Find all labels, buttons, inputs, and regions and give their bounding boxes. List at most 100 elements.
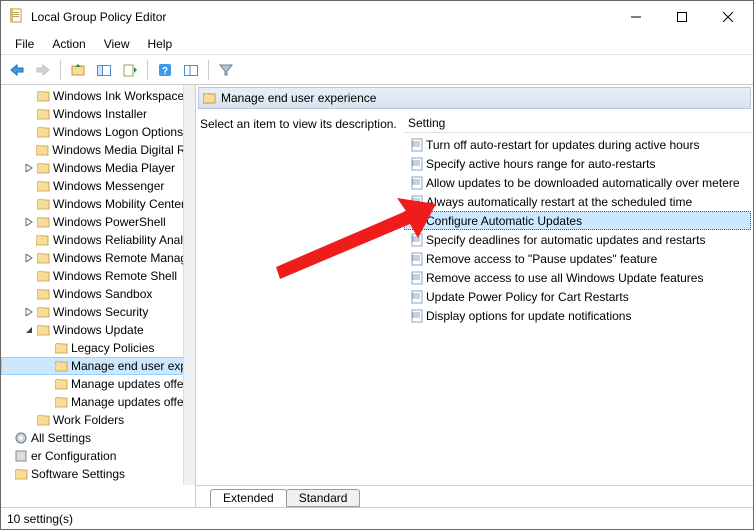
folder-icon: [35, 197, 51, 211]
tree-item[interactable]: Manage end user expe: [1, 357, 195, 375]
setting-label: Update Power Policy for Cart Restarts: [426, 290, 629, 304]
policy-icon: [408, 157, 426, 171]
tree-item-label: Windows Mobility Center: [51, 197, 185, 211]
tree-item[interactable]: Windows Update: [1, 321, 195, 339]
detail-header-title: Manage end user experience: [219, 91, 376, 105]
tree-item-label: Windows Messenger: [51, 179, 164, 193]
setting-label: Specify active hours range for auto-rest…: [426, 157, 655, 171]
tree-item[interactable]: Windows Ink Workspace: [1, 87, 195, 105]
tab-extended[interactable]: Extended: [210, 489, 287, 507]
tree-item[interactable]: Windows PowerShell: [1, 213, 195, 231]
menu-action[interactable]: Action: [44, 35, 93, 53]
tab-standard[interactable]: Standard: [286, 489, 361, 507]
column-header-setting[interactable]: Setting: [404, 113, 751, 133]
tree-item-label: Windows Security: [51, 305, 148, 319]
menu-file[interactable]: File: [7, 35, 42, 53]
setting-item[interactable]: Configure Automatic Updates: [404, 211, 751, 230]
expand-icon[interactable]: [23, 308, 35, 316]
expand-icon[interactable]: [23, 326, 35, 334]
tree-item-label: Windows Installer: [51, 107, 147, 121]
expand-icon[interactable]: [23, 164, 35, 172]
expand-icon[interactable]: [23, 254, 35, 262]
tree-item-label: Windows Reliability Analys: [51, 233, 195, 247]
setting-item[interactable]: Always automatically restart at the sche…: [404, 192, 751, 211]
tree-item-label: Manage updates offere: [69, 395, 194, 409]
tree-item-label: er Configuration: [29, 449, 116, 463]
folder-icon: [53, 359, 69, 373]
window-title: Local Group Policy Editor: [31, 10, 613, 24]
setting-item[interactable]: Update Power Policy for Cart Restarts: [404, 287, 751, 306]
folder-icon: [35, 251, 51, 265]
tree-item[interactable]: Manage updates offere: [1, 393, 195, 411]
tree-item[interactable]: Windows Media Digital Rig: [1, 141, 195, 159]
tree-item[interactable]: All Settings: [1, 429, 195, 447]
settings-list-container: Setting Turn off auto-restart for update…: [404, 113, 751, 483]
setting-item[interactable]: Turn off auto-restart for updates during…: [404, 135, 751, 154]
tree-item-label: Windows PowerShell: [51, 215, 166, 229]
minimize-button[interactable]: [613, 2, 659, 32]
tree-item[interactable]: Windows Mobility Center: [1, 195, 195, 213]
tree-item[interactable]: Windows Reliability Analys: [1, 231, 195, 249]
tree-item[interactable]: Windows Remote Manage: [1, 249, 195, 267]
forward-button[interactable]: [31, 58, 55, 82]
properties-button[interactable]: [179, 58, 203, 82]
settings-list[interactable]: Turn off auto-restart for updates during…: [404, 133, 751, 483]
detail-body: Select an item to view its description. …: [198, 113, 751, 483]
tree-pane[interactable]: Windows Ink Workspace Windows Installer Wi…: [1, 85, 196, 507]
filter-button[interactable]: [214, 58, 238, 82]
menu-view[interactable]: View: [96, 35, 138, 53]
description-text: Select an item to view its description.: [200, 117, 397, 131]
up-button[interactable]: [66, 58, 90, 82]
setting-item[interactable]: Allow updates to be downloaded automatic…: [404, 173, 751, 192]
tree-item[interactable]: Legacy Policies: [1, 339, 195, 357]
description-panel: Select an item to view its description.: [198, 113, 404, 483]
tree-item[interactable]: Windows Remote Shell: [1, 267, 195, 285]
folder-icon: [35, 89, 51, 103]
policy-icon: [408, 176, 426, 190]
help-button[interactable]: ?: [153, 58, 177, 82]
setting-label: Turn off auto-restart for updates during…: [426, 138, 699, 152]
tree-scrollbar[interactable]: [183, 85, 195, 485]
folder-icon: [35, 215, 51, 229]
tree-item[interactable]: Windows Installer: [1, 105, 195, 123]
setting-item[interactable]: Specify active hours range for auto-rest…: [404, 154, 751, 173]
status-text: 10 setting(s): [7, 512, 73, 526]
folder-icon: [13, 467, 29, 481]
folder-icon: [53, 395, 69, 409]
export-button[interactable]: [118, 58, 142, 82]
maximize-button[interactable]: [659, 2, 705, 32]
tree-item[interactable]: Manage updates offere: [1, 375, 195, 393]
back-button[interactable]: [5, 58, 29, 82]
tree-item[interactable]: Software Settings: [1, 465, 195, 483]
setting-item[interactable]: Remove access to "Pause updates" feature: [404, 249, 751, 268]
menu-help[interactable]: Help: [140, 35, 181, 53]
policy-icon: [408, 214, 426, 228]
tree-item[interactable]: er Configuration: [1, 447, 195, 465]
tree-item[interactable]: Windows Sandbox: [1, 285, 195, 303]
folder-icon: [35, 143, 51, 157]
content-area: Windows Ink Workspace Windows Installer Wi…: [1, 85, 753, 507]
policy-icon: [408, 252, 426, 266]
setting-item[interactable]: Specify deadlines for automatic updates …: [404, 230, 751, 249]
tree-item-label: All Settings: [29, 431, 91, 445]
toolbar-sep-2: [147, 60, 148, 80]
tree-item[interactable]: Windows Logon Options: [1, 123, 195, 141]
menu-bar: File Action View Help: [1, 33, 753, 55]
expand-icon[interactable]: [23, 218, 35, 226]
tree-item[interactable]: Windows Media Player: [1, 159, 195, 177]
tree-item-label: Windows Update: [51, 323, 144, 337]
setting-item[interactable]: Display options for update notifications: [404, 306, 751, 325]
close-button[interactable]: [705, 2, 751, 32]
tree-item[interactable]: Windows Messenger: [1, 177, 195, 195]
folder-icon: [35, 305, 51, 319]
folder-icon: [35, 287, 51, 301]
setting-item[interactable]: Remove access to use all Windows Update …: [404, 268, 751, 287]
tree-item-label: Windows Remote Manage: [51, 251, 194, 265]
tree-item[interactable]: Work Folders: [1, 411, 195, 429]
tree-item[interactable]: Windows Security: [1, 303, 195, 321]
folder-icon: [35, 125, 51, 139]
toolbar-sep: [60, 60, 61, 80]
tree-item-label: Work Folders: [51, 413, 124, 427]
show-hide-tree-button[interactable]: [92, 58, 116, 82]
setting-label: Remove access to use all Windows Update …: [426, 271, 703, 285]
